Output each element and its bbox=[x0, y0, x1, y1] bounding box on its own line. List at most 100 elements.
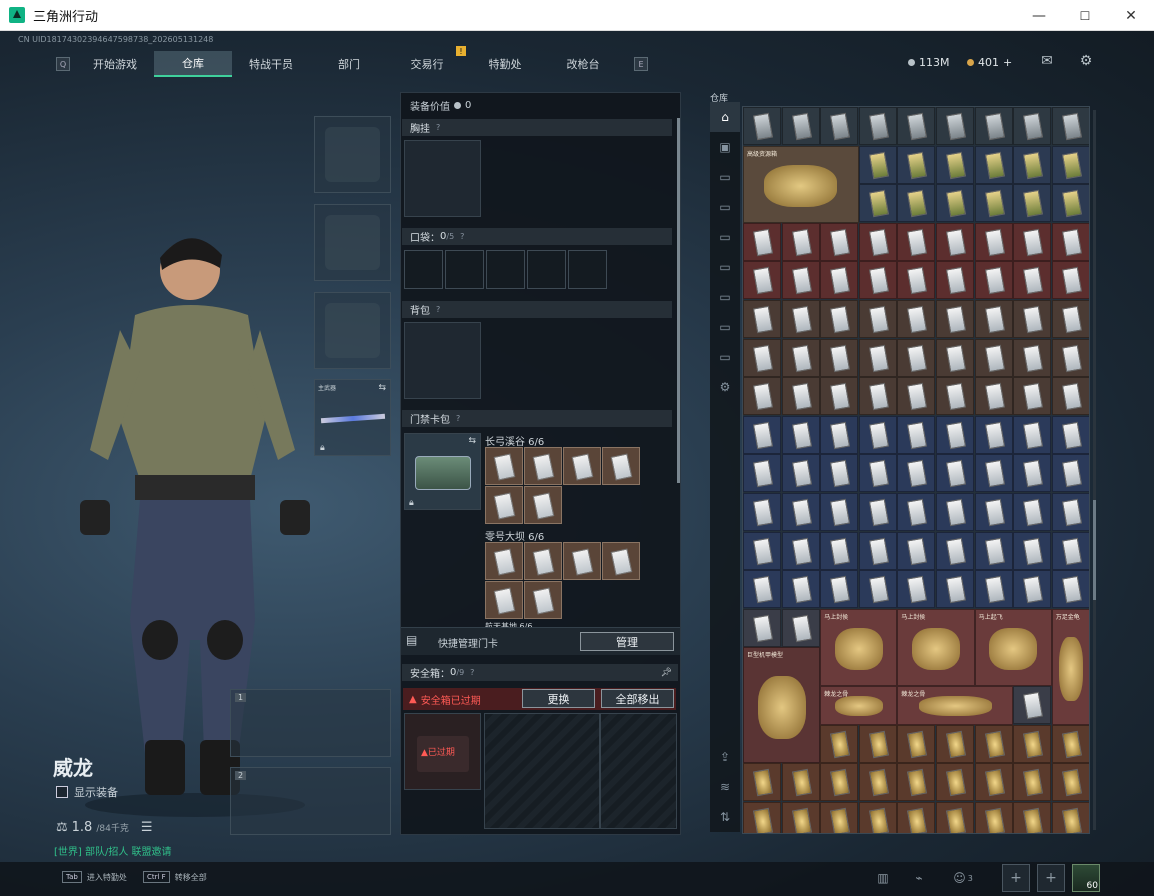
stash-large-item[interactable]: 马上封侯 bbox=[820, 608, 898, 686]
stash-item[interactable] bbox=[858, 377, 897, 416]
stash-item[interactable] bbox=[897, 724, 936, 763]
safe-box-slot[interactable]: ▲已过期 bbox=[404, 713, 481, 790]
chest-rig-slot[interactable] bbox=[404, 140, 481, 217]
show-equipment-toggle[interactable]: 显示装备 bbox=[56, 784, 118, 800]
stash-item[interactable] bbox=[781, 300, 820, 338]
stash-item[interactable] bbox=[936, 454, 974, 493]
nav-next-key[interactable]: E bbox=[634, 57, 648, 71]
stash-item[interactable] bbox=[858, 107, 897, 145]
stash-item[interactable] bbox=[897, 801, 936, 833]
stash-large-item[interactable]: 棘龙之骨 bbox=[897, 686, 1014, 725]
stash-item[interactable] bbox=[1013, 570, 1052, 609]
stash-page-icon[interactable]: ▭ bbox=[710, 282, 740, 312]
pocket-slot[interactable] bbox=[445, 250, 484, 289]
player-avatar[interactable]: 60 bbox=[1072, 864, 1100, 892]
primary-weapon-slot-2[interactable]: 2 bbox=[230, 767, 391, 835]
armor-slot[interactable] bbox=[314, 204, 391, 281]
safe-box-grid[interactable] bbox=[484, 713, 600, 829]
stash-item[interactable] bbox=[936, 222, 974, 261]
stash-item[interactable] bbox=[974, 338, 1013, 377]
stash-item[interactable] bbox=[936, 261, 974, 300]
stash-item[interactable] bbox=[743, 415, 781, 454]
stash-item[interactable] bbox=[936, 145, 974, 184]
stash-page-icon[interactable]: ▭ bbox=[710, 342, 740, 372]
stash-item[interactable] bbox=[1051, 261, 1089, 300]
mail-icon[interactable]: ✉ bbox=[1038, 53, 1056, 71]
stash-item[interactable] bbox=[1013, 145, 1052, 184]
nav-prev-key[interactable]: Q bbox=[56, 57, 70, 71]
stash-item[interactable] bbox=[897, 570, 936, 609]
replace-button[interactable]: 更换 bbox=[522, 689, 595, 708]
stash-item[interactable] bbox=[1013, 300, 1052, 338]
team-slot-add[interactable]: + bbox=[1037, 864, 1065, 892]
stash-item[interactable] bbox=[897, 531, 936, 570]
keycard-item[interactable] bbox=[602, 542, 640, 580]
keycard-item[interactable] bbox=[524, 447, 562, 485]
stash-item[interactable] bbox=[936, 338, 974, 377]
chat-line[interactable]: [世界] 部队/招人 联盟邀请 bbox=[54, 843, 172, 858]
stash-item[interactable] bbox=[1013, 724, 1052, 763]
stash-item[interactable] bbox=[1051, 222, 1089, 261]
stash-item[interactable] bbox=[858, 222, 897, 261]
keycard-item[interactable] bbox=[602, 447, 640, 485]
stash-page-icon[interactable]: ▣ bbox=[710, 132, 740, 162]
stash-item[interactable] bbox=[781, 570, 820, 609]
stash-item[interactable] bbox=[858, 261, 897, 300]
stash-item[interactable] bbox=[1051, 493, 1089, 531]
stash-item[interactable] bbox=[781, 107, 820, 145]
stash-large-item[interactable]: 棘龙之骨 bbox=[820, 686, 898, 725]
broadcast-icon[interactable]: ⌁ bbox=[906, 866, 932, 890]
team-slot-add[interactable]: + bbox=[1002, 864, 1030, 892]
maximize-button[interactable]: ☐ bbox=[1062, 0, 1108, 31]
stash-item[interactable] bbox=[820, 763, 859, 802]
stash-item[interactable] bbox=[820, 531, 859, 570]
stash-grid[interactable]: 高级资源箱 马上封侯 马上封侯 马上起飞 万足金龟 巨型机甲模型 棘龙之骨 棘龙之骨 bbox=[742, 106, 1090, 834]
stash-item[interactable] bbox=[936, 493, 974, 531]
stash-page-icon[interactable]: ▭ bbox=[710, 162, 740, 192]
stash-page-icon[interactable]: ▭ bbox=[710, 312, 740, 342]
stash-item[interactable] bbox=[858, 415, 897, 454]
pocket-slot[interactable] bbox=[404, 250, 443, 289]
stash-item[interactable] bbox=[936, 724, 974, 763]
stash-item[interactable] bbox=[820, 493, 859, 531]
tab-start-game[interactable]: 开始游戏 bbox=[76, 51, 154, 77]
stash-item[interactable] bbox=[936, 801, 974, 833]
stash-item[interactable] bbox=[858, 531, 897, 570]
backpack-slot[interactable] bbox=[404, 322, 481, 399]
stash-settings-icon[interactable]: ⚙ bbox=[710, 372, 740, 402]
stash-item[interactable] bbox=[781, 377, 820, 416]
stash-item[interactable] bbox=[897, 107, 936, 145]
stash-page-icon[interactable]: ▭ bbox=[710, 252, 740, 282]
stash-item[interactable] bbox=[1013, 415, 1052, 454]
stash-item[interactable] bbox=[974, 724, 1013, 763]
stash-item[interactable] bbox=[1013, 454, 1052, 493]
stash-item[interactable] bbox=[974, 493, 1013, 531]
stash-item[interactable] bbox=[936, 531, 974, 570]
stash-item[interactable] bbox=[974, 261, 1013, 300]
keycard-item[interactable] bbox=[563, 542, 601, 580]
stash-item[interactable] bbox=[858, 338, 897, 377]
sidearm-slot[interactable] bbox=[314, 292, 391, 369]
stats-icon[interactable]: ▥ bbox=[870, 866, 896, 890]
stash-item[interactable] bbox=[858, 300, 897, 338]
pocket-slot[interactable] bbox=[527, 250, 566, 289]
layers-icon[interactable]: ≋ bbox=[710, 772, 740, 802]
helmet-slot[interactable] bbox=[314, 116, 391, 193]
stash-item[interactable] bbox=[974, 454, 1013, 493]
stash-item[interactable] bbox=[820, 801, 859, 833]
stash-item[interactable] bbox=[897, 261, 936, 300]
pocket-slot[interactable] bbox=[568, 250, 607, 289]
stash-item[interactable] bbox=[1051, 338, 1089, 377]
stash-item[interactable] bbox=[1051, 531, 1089, 570]
stash-item[interactable] bbox=[781, 801, 820, 833]
stash-item[interactable] bbox=[743, 107, 781, 145]
stash-item[interactable] bbox=[1051, 107, 1089, 145]
stash-item[interactable] bbox=[1051, 300, 1089, 338]
stash-item[interactable] bbox=[743, 261, 781, 300]
stash-item[interactable] bbox=[897, 454, 936, 493]
stash-item[interactable] bbox=[897, 763, 936, 802]
stash-item[interactable] bbox=[1051, 724, 1089, 763]
stash-scroll-thumb[interactable] bbox=[1093, 500, 1096, 600]
stash-item[interactable] bbox=[974, 801, 1013, 833]
stash-item[interactable] bbox=[781, 763, 820, 802]
